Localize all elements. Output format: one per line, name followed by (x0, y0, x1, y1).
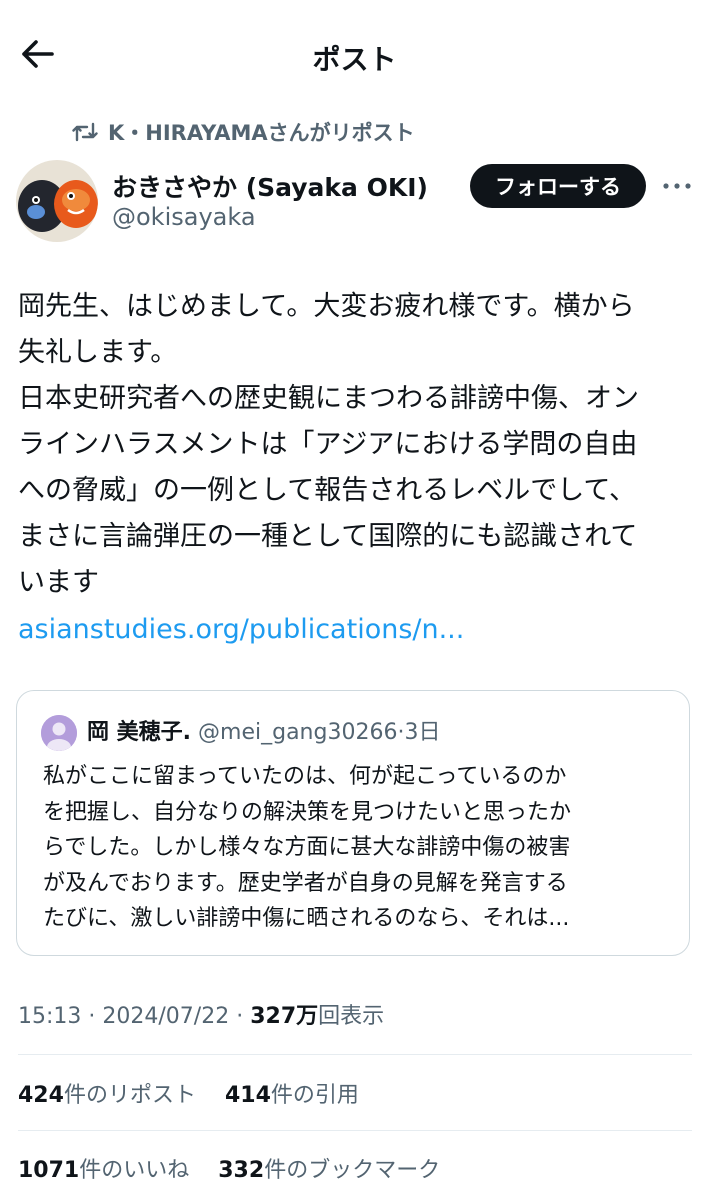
bookmark-count-label: 件のブックマーク (264, 1158, 441, 1183)
like-count: 1071 (18, 1158, 80, 1183)
author-display-name[interactable]: おきさやか (Sayaka OKI) (112, 168, 428, 204)
divider (18, 1130, 692, 1131)
author-avatar[interactable] (16, 160, 98, 242)
tweet-text-line: います (18, 567, 99, 598)
repost-count: 424 (18, 1083, 64, 1108)
tweet-link[interactable]: asianstudies.org/publications/n... (18, 610, 464, 650)
tweet-text-line: 日本史研究者への歴史観にまつわる誹謗中傷、オン (18, 383, 639, 414)
more-horizontal-icon (663, 183, 691, 189)
quote-count-label: 件の引用 (270, 1083, 359, 1108)
quoted-author-name[interactable]: 岡 美穂子. (87, 720, 191, 745)
avatar-image (16, 160, 98, 242)
tweet-text-line: 岡先生、はじめまして。大変お疲れ様です。横から (18, 291, 635, 322)
quoted-post-card[interactable]: 岡 美穂子. @mei_gang30266·3日 私がここに留まっていたのは、何… (16, 690, 690, 956)
page-title: ポスト (312, 43, 397, 76)
quoted-text-line: を把握し、自分なりの解決策を見つけたいと思ったか (43, 799, 572, 825)
separator-dot: · (236, 1004, 244, 1029)
repost-count-label: 件のリポスト (63, 1083, 196, 1108)
quoted-text-line: らでした。しかし様々な方面に甚大な誹謗中傷の被害 (43, 835, 571, 860)
post-date: 2024/07/22 (102, 1004, 230, 1029)
more-button[interactable] (660, 172, 694, 200)
quoted-post-text: 私がここに留まっていたのは、何が起こっているのか を把握し、自分なりの解決策を見… (43, 759, 673, 937)
quoted-text-line: が及んでおります。歴史学者が自身の見解を発言する (43, 870, 568, 896)
quote-count: 414 (224, 1083, 271, 1108)
tweet-text: 岡先生、はじめまして。大変お疲れ様です。横から 失礼します。 日本史研究者への歴… (18, 284, 690, 606)
quoted-text-line: たびに、激しい誹謗中傷に晒されるのなら、それは... (43, 906, 570, 931)
view-label: 回表示 (318, 1004, 385, 1029)
repost-text: K・HIRAYAMAさんがリポスト (108, 121, 415, 145)
post-metadata: 15:13 · 2024/07/22 · 327万回表示 (18, 998, 384, 1030)
post-time: 15:13 (18, 1004, 82, 1029)
separator-dot: · (88, 1004, 96, 1029)
repost-icon (72, 122, 98, 142)
bookmark-count: 332 (218, 1158, 265, 1183)
bookmark-count-link[interactable]: 332件のブックマーク (218, 1152, 440, 1184)
divider (18, 1054, 692, 1055)
view-count: 327万 (250, 1004, 319, 1029)
repost-count-link[interactable]: 424件のリポスト (18, 1077, 196, 1109)
tweet-text-line: への脅威」の一例として報告されるレベルでして、 (18, 475, 637, 506)
like-count-label: 件のいいね (79, 1158, 190, 1183)
author-handle[interactable]: @okisayaka (112, 203, 256, 231)
top-bar: ポスト (0, 0, 709, 110)
repost-indicator[interactable]: K・HIRAYAMAさんがリポスト (72, 116, 415, 148)
tweet-text-line: 失礼します。 (18, 337, 178, 368)
quoted-text-line: 私がここに留まっていたのは、何が起こっているのか (43, 764, 567, 789)
follow-button[interactable]: フォローする (470, 164, 646, 208)
quoted-post-time: 3日 (404, 720, 441, 745)
default-user-icon (41, 715, 77, 751)
tweet-text-line: ラインハラスメントは「アジアにおける学問の自由 (18, 429, 638, 460)
quoted-author-avatar[interactable] (41, 715, 77, 751)
engagement-stats-row: 424件のリポスト 414件の引用 (18, 1077, 381, 1109)
quoted-post-header: 岡 美穂子. @mei_gang30266·3日 (87, 717, 440, 749)
engagement-stats-row: 1071件のいいね 332件のブックマーク (18, 1152, 462, 1184)
quoted-author-handle[interactable]: @mei_gang30266 (198, 720, 397, 745)
like-count-link[interactable]: 1071件のいいね (18, 1152, 189, 1184)
quote-count-link[interactable]: 414件の引用 (225, 1077, 359, 1109)
tweet-text-line: まさに言論弾圧の一種として国際的にも認識されて (18, 521, 638, 552)
